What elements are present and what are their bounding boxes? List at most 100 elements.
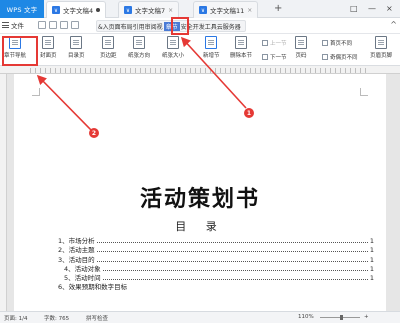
button-label: 封面页 bbox=[40, 53, 57, 59]
ribbon-tabs-left[interactable]: &入页面布局引用审阅视 bbox=[97, 22, 164, 31]
zoom-in-icon[interactable]: + bbox=[364, 314, 369, 320]
page-corner-mark bbox=[360, 88, 368, 96]
toc-page-number: 1 bbox=[368, 246, 374, 256]
button-label: 纸张大小 bbox=[162, 53, 185, 59]
checkbox-label: 奇偶页不同 bbox=[330, 55, 358, 61]
button-label: 目录页 bbox=[68, 53, 85, 59]
page-indicator[interactable]: 页面: 1/4 bbox=[4, 314, 27, 322]
toc-leader bbox=[96, 237, 368, 243]
toc-page-icon bbox=[70, 36, 83, 49]
spellcheck-toggle[interactable]: 拼写检查 bbox=[86, 314, 108, 322]
document-title: 活动策划书 bbox=[139, 186, 260, 212]
button-label: 页眉页脚 bbox=[370, 53, 393, 59]
word-count[interactable]: 字数: 765 bbox=[44, 314, 69, 322]
toc-entry[interactable]: 6、效果预期和数字目标 bbox=[58, 283, 374, 293]
minimize-button[interactable]: — bbox=[368, 0, 376, 18]
redo-icon[interactable] bbox=[71, 21, 79, 29]
toc-page-number bbox=[373, 283, 374, 293]
undo-icon[interactable] bbox=[60, 21, 68, 29]
toc-entry-label: 4、活动对象 bbox=[58, 264, 102, 275]
orientation-button[interactable]: 纸张方向 bbox=[128, 36, 150, 59]
tab-document-11[interactable]: W 文字文稿11 × bbox=[193, 1, 259, 18]
toc-entry[interactable]: 3、活动目的 1 bbox=[58, 255, 374, 265]
toc-entry[interactable]: 1、市场分析 1 bbox=[58, 237, 374, 247]
page-number-icon bbox=[295, 36, 307, 49]
cover-page-icon bbox=[42, 36, 55, 49]
toc-page-number: 1 bbox=[368, 237, 374, 247]
toc-leader bbox=[96, 246, 368, 253]
zoom-slider[interactable] bbox=[320, 315, 360, 320]
toc-entry[interactable]: 4、活动对象 1 bbox=[58, 264, 374, 275]
ribbon-tabs-right[interactable]: 安全开发工具云服务器 bbox=[180, 22, 242, 31]
button-label: 页边距 bbox=[100, 53, 117, 59]
highlight-chapter-tab bbox=[171, 17, 189, 35]
cover-page-button[interactable]: 封面页 bbox=[40, 36, 57, 59]
toc-leader bbox=[96, 256, 368, 262]
tab-label: 文字文稿11 bbox=[210, 7, 245, 15]
toc-entry-label: 3、活动目的 bbox=[58, 255, 96, 265]
zoom-level[interactable]: 110% bbox=[298, 314, 314, 320]
menu-bar: 文件 &入页面布局引用审阅视 章节 安全开发工具云服务器 ^ bbox=[0, 18, 400, 34]
button-label: 纸张方向 bbox=[128, 53, 151, 59]
zoom-slider-handle[interactable] bbox=[340, 315, 344, 320]
new-section-button[interactable]: 新增节 bbox=[203, 36, 220, 59]
tab-document-4[interactable]: W 文字文稿4 bbox=[46, 1, 107, 18]
document-page[interactable]: 活动策划书 目 录 1、市场分析 1 2、活动主题 1 3、活动目的 1 4、活… bbox=[14, 74, 386, 311]
file-menu[interactable]: 文件 bbox=[2, 20, 24, 30]
button-label: 上一节 bbox=[270, 41, 287, 47]
horizontal-ruler[interactable] bbox=[0, 66, 400, 74]
maximize-button[interactable]: □ bbox=[350, 0, 358, 18]
toc-entry[interactable]: 2、活动主题 1 bbox=[58, 246, 374, 256]
ruler-scale bbox=[30, 68, 366, 73]
odd-even-different-checkbox[interactable]: 奇偶页不同 bbox=[322, 53, 358, 61]
arrow-down-icon bbox=[262, 54, 268, 60]
paper-size-icon bbox=[167, 36, 179, 49]
menu-icon bbox=[2, 22, 9, 28]
checkbox-label: 首页不同 bbox=[330, 41, 353, 47]
document-icon: W bbox=[52, 6, 60, 14]
delete-section-button[interactable]: 删除本节 bbox=[230, 36, 252, 59]
orientation-icon bbox=[133, 36, 145, 49]
close-tab-icon[interactable]: × bbox=[247, 7, 252, 14]
highlight-chapter-navigation bbox=[2, 36, 38, 66]
next-section-button[interactable]: 下一节 bbox=[262, 53, 287, 61]
close-window-button[interactable]: × bbox=[386, 0, 393, 18]
header-footer-button[interactable]: 页眉页脚 bbox=[370, 36, 392, 59]
document-icon: W bbox=[199, 6, 207, 14]
save-icon[interactable] bbox=[38, 21, 46, 29]
document-icon: W bbox=[124, 6, 132, 14]
checkbox-icon bbox=[322, 54, 328, 60]
document-canvas: 活动策划书 目 录 1、市场分析 1 2、活动主题 1 3、活动目的 1 4、活… bbox=[0, 74, 400, 311]
page-number-button[interactable]: 页码 bbox=[295, 36, 307, 59]
margins-button[interactable]: 页边距 bbox=[100, 36, 117, 59]
delete-section-icon bbox=[235, 36, 247, 49]
button-label: 删除本节 bbox=[230, 53, 253, 59]
collapse-ribbon-icon[interactable]: ^ bbox=[390, 20, 397, 29]
status-bar: 页面: 1/4 字数: 765 拼写检查 110% + bbox=[0, 311, 400, 323]
button-label: 下一节 bbox=[270, 55, 287, 61]
file-menu-label: 文件 bbox=[11, 22, 24, 30]
title-bar: WPS 文字 W 文字文稿4 W 文字文稿7 × W 文字文稿11 × + □ … bbox=[0, 0, 400, 18]
first-page-different-checkbox[interactable]: 首页不同 bbox=[322, 39, 352, 47]
quick-access-toolbar bbox=[38, 21, 79, 29]
close-tab-icon[interactable]: × bbox=[168, 7, 173, 14]
new-section-icon bbox=[205, 36, 218, 49]
vertical-ruler[interactable] bbox=[0, 74, 7, 311]
wps-app-button[interactable]: WPS 文字 bbox=[0, 0, 44, 18]
button-label: 页码 bbox=[295, 53, 307, 59]
toc-leader bbox=[102, 274, 368, 281]
toc-page-number: 1 bbox=[368, 264, 374, 275]
chapter-ribbon: 章节导航 封面页 目录页 页边距 纸张方向 纸张大小 新增节 删除本节 上一节 … bbox=[0, 34, 400, 66]
previous-section-button[interactable]: 上一节 bbox=[262, 39, 287, 47]
toc-page-number: 1 bbox=[368, 274, 374, 284]
print-icon[interactable] bbox=[49, 21, 57, 29]
toc-leader bbox=[102, 265, 368, 271]
tab-document-7[interactable]: W 文字文稿7 × bbox=[118, 1, 180, 18]
step-badge-1: 1 bbox=[244, 108, 254, 118]
unsaved-dot-icon bbox=[96, 8, 101, 12]
new-tab-button[interactable]: + bbox=[274, 2, 282, 16]
checkbox-icon bbox=[322, 40, 328, 46]
paper-size-button[interactable]: 纸张大小 bbox=[162, 36, 184, 59]
toc-page-button[interactable]: 目录页 bbox=[68, 36, 85, 59]
header-footer-icon bbox=[375, 36, 387, 49]
